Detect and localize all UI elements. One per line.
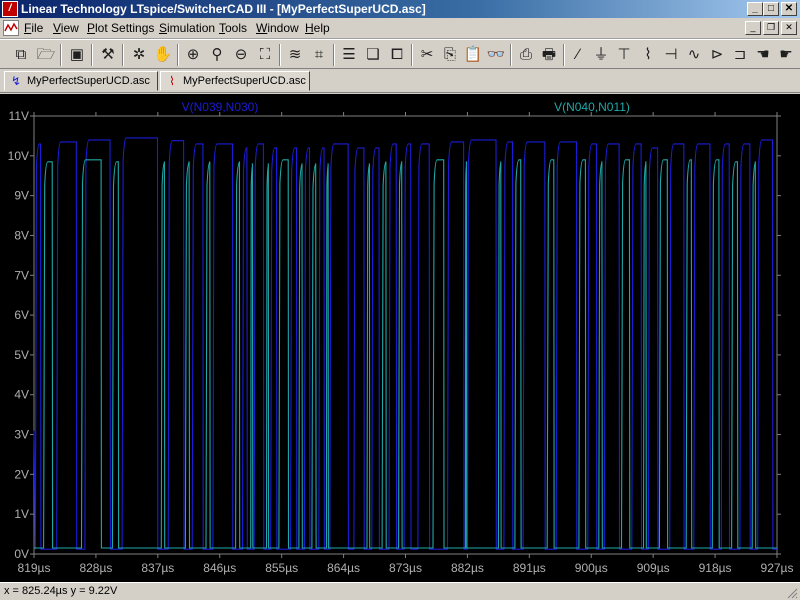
x-tick-label: 927µs (761, 561, 794, 575)
paste-icon[interactable]: 📋 (462, 44, 484, 66)
toolbar-separator (510, 44, 512, 66)
x-tick-label: 918µs (699, 561, 732, 575)
cut-icon[interactable]: ✂ (416, 44, 438, 66)
zoom-fit-icon[interactable]: ⛶ (254, 44, 276, 66)
minimize-button[interactable]: _ (747, 2, 763, 16)
x-tick-label: 819µs (18, 561, 51, 575)
wire-icon[interactable]: ∕ (567, 44, 589, 66)
menu-file[interactable]: File (24, 21, 43, 35)
zoom-out-icon[interactable]: ⊖ (230, 44, 252, 66)
toolbar-separator (411, 44, 413, 66)
maximize-button[interactable]: □ (763, 2, 779, 16)
x-tick-label: 828µs (79, 561, 112, 575)
close-button[interactable]: ✕ (781, 2, 797, 16)
menu-simulation[interactable]: Simulation (159, 21, 215, 35)
x-tick-label: 873µs (389, 561, 422, 575)
delete-trace-icon[interactable]: ⌗ (308, 44, 330, 66)
drag-hand-icon[interactable]: ☛ (775, 44, 797, 66)
toolbar-separator (279, 44, 281, 66)
x-tick-label: 846µs (203, 561, 236, 575)
menu-help[interactable]: Help (305, 21, 330, 35)
toolbar-separator (177, 44, 179, 66)
y-tick-label: 4V (14, 388, 29, 402)
tab-waveform-label: MyPerfectSuperUCD.asc (183, 75, 306, 87)
y-tick-label: 7V (14, 268, 29, 282)
run-icon[interactable]: ✲ (128, 44, 150, 66)
toolbar: ⧉ 🗁 ▣ ⚒ ✲ ✋ ⊕ ⚲ ⊖ ⛶ ≋ ⌗ ☰ ❏ ⧠ ✂ ⎘ 📋 👓 ⎙ … (0, 39, 800, 69)
print-icon[interactable]: 🖶 (538, 44, 560, 66)
x-tick-label: 837µs (141, 561, 174, 575)
legend-label-2: V(N040,N011) (554, 100, 630, 114)
mdi-restore-button[interactable]: ❐ (763, 21, 779, 35)
diode-icon[interactable]: ⊳ (706, 44, 728, 66)
document-tab-bar: ↯ MyPerfectSuperUCD.asc ⌇ MyPerfectSuper… (0, 69, 800, 93)
cascade-icon[interactable]: ❏ (362, 44, 384, 66)
resize-grip-icon[interactable] (786, 587, 798, 599)
x-tick-label: 864µs (327, 561, 360, 575)
save-icon[interactable]: ▣ (66, 44, 88, 66)
y-tick-label: 10V (8, 149, 29, 163)
y-tick-label: 3V (14, 428, 29, 442)
menu-tools[interactable]: Tools (219, 21, 247, 35)
menu-plot-settings[interactable]: Plot Settings (87, 21, 154, 35)
menu-bar: File View Plot Settings Simulation Tools… (0, 18, 800, 39)
mdi-minimize-button[interactable]: _ (745, 21, 761, 35)
open-folder-icon[interactable]: 🗁 (35, 44, 57, 66)
menu-window[interactable]: Window (256, 21, 299, 35)
autorange-icon[interactable]: ≋ (284, 44, 306, 66)
y-tick-label: 0V (14, 547, 29, 561)
label-icon[interactable]: ⊤ (613, 44, 635, 66)
tab-waveform[interactable]: ⌇ MyPerfectSuperUCD.asc (160, 71, 310, 91)
document-waveform-icon[interactable] (3, 20, 19, 36)
y-tick-label: 6V (14, 308, 29, 322)
tab-schematic[interactable]: ↯ MyPerfectSuperUCD.asc (4, 71, 158, 91)
zoom-in-icon[interactable]: ⊕ (182, 44, 204, 66)
x-tick-label: 891µs (513, 561, 546, 575)
y-tick-label: 8V (14, 228, 29, 242)
legend-label-1: V(N039,N030) (182, 100, 259, 114)
toolbar-separator (333, 44, 335, 66)
copy-icon[interactable]: ⎘ (439, 44, 461, 66)
close-all-icon[interactable]: ⧠ (386, 44, 408, 66)
series-trace-1 (33, 137, 777, 550)
status-bar: x = 825.24µs y = 9.22V (0, 582, 800, 600)
zoom-area-icon[interactable]: ⚲ (206, 44, 228, 66)
mdi-close-button[interactable]: ✕ (781, 21, 797, 35)
toolbar-separator (60, 44, 62, 66)
x-tick-label: 855µs (265, 561, 298, 575)
y-tick-label: 11V (9, 109, 29, 123)
ground-icon[interactable]: ⏚ (590, 44, 612, 66)
window-title: Linear Technology LTspice/SwitcherCAD II… (21, 2, 426, 16)
capacitor-icon[interactable]: ⊣ (660, 44, 682, 66)
cursor-readout: x = 825.24µs y = 9.22V (4, 585, 118, 597)
inductor-icon[interactable]: ∿ (683, 44, 705, 66)
pan-hand-icon[interactable]: ✋ (152, 44, 174, 66)
menu-view[interactable]: View (53, 21, 79, 35)
title-bar[interactable]: / Linear Technology LTspice/SwitcherCAD … (0, 0, 800, 18)
tab-schematic-label: MyPerfectSuperUCD.asc (27, 75, 150, 87)
tile-icon[interactable]: ☰ (338, 44, 360, 66)
control-panel-icon[interactable]: ⚒ (97, 44, 119, 66)
toolbar-separator (91, 44, 93, 66)
x-tick-label: 900µs (575, 561, 608, 575)
y-tick-label: 2V (14, 467, 29, 481)
y-tick-label: 1V (14, 507, 29, 521)
ltspice-app-icon[interactable]: / (2, 1, 18, 17)
toolbar-separator (122, 44, 124, 66)
move-hand-icon[interactable]: ☚ (752, 44, 774, 66)
x-tick-label: 882µs (451, 561, 484, 575)
toolbar-separator (563, 44, 565, 66)
y-tick-label: 5V (14, 348, 29, 362)
waveform-icon: ⌇ (169, 74, 175, 88)
x-tick-label: 909µs (637, 561, 670, 575)
waveform-chart[interactable]: 0V 1V 2V 3V 4V 5V 6V 7V 8V 9V 10V 11V 819µs 828µs 837µ… (0, 94, 800, 582)
print-preview-icon[interactable]: ⎙ (515, 44, 537, 66)
hierarchy-icon[interactable]: ⧉ (10, 44, 32, 66)
waveform-plot-pane[interactable]: 0V 1V 2V 3V 4V 5V 6V 7V 8V 9V 10V 11V 819µs 828µs 837µ… (0, 94, 800, 582)
y-tick-label: 9V (14, 189, 29, 203)
schematic-icon: ↯ (10, 74, 22, 88)
find-icon[interactable]: 👓 (485, 44, 507, 66)
resistor-icon[interactable]: ⌇ (637, 44, 659, 66)
component-icon[interactable]: ⊐ (729, 44, 751, 66)
